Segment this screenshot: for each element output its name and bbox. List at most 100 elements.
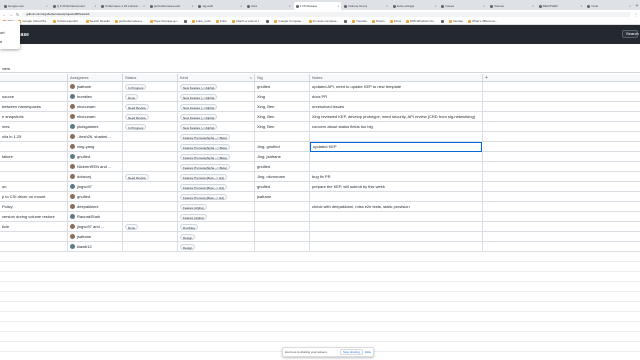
table-row[interactable]: e snapshots nkvnunam Need Review New Featur… [0,112,640,122]
table-row[interactable]: Policy deepakkinni Feature (Alpha) check wi… [0,202,640,212]
close-tab-icon[interactable]: × [143,4,145,8]
cell-assignees[interactable]: deepakkinni [68,202,123,212]
cell-notes[interactable]: check with deepakkinni, miss e2e tests, … [310,202,483,212]
cell-kind[interactable]: Feature (Alpha) [178,212,255,222]
cell-sig[interactable]: Xing [255,92,310,102]
cell-sig[interactable]: Xing, Ben [255,122,310,132]
cell-notes[interactable]: updated API, need to update KEP to new t… [310,82,483,92]
cell-title[interactable] [0,232,68,242]
forward-icon[interactable]: → [9,12,13,17]
cell-sig[interactable]: gnufied [255,182,310,192]
column-header-title[interactable] [0,74,68,82]
notes-edit-field[interactable]: updated KEP [310,142,482,152]
bookmark-item[interactable]: K8S Windows No... [406,19,436,23]
cell-status[interactable] [123,192,178,202]
bookmark-item[interactable] [440,19,444,23]
cell-assignees[interactable]: gnufied [68,192,123,202]
browser-tab[interactable]: 1.26 Release × [293,2,342,10]
cell-sig[interactable] [255,232,310,242]
cell-notes[interactable]: prepare the KEP, will submit by this wee… [310,182,483,192]
cell-notes[interactable]: Xing reviewed KEP, develop prototype, ne… [310,112,483,122]
bookmark-item[interactable]: Google Cloud Pla... [18,19,48,23]
close-tab-icon[interactable]: × [435,4,437,8]
cell-title[interactable]: Policy [0,202,68,212]
back-icon[interactable]: ← [2,12,6,17]
cell-title[interactable]: e snapshots [0,112,68,122]
bookmark-item[interactable]: Attach a volume t... [231,19,261,23]
close-tab-icon[interactable]: × [94,4,96,8]
cell-notes[interactable] [310,232,483,242]
hide-button[interactable]: Hide [365,350,371,354]
table-row[interactable]: ticle jingxu97 and ... Done Doc/blog [0,222,640,232]
cell-notes[interactable] [310,152,483,162]
table-row[interactable]: on jingxu97 Feature Promote (Beta --> GA) g… [0,182,640,192]
cell-notes[interactable] [310,222,483,232]
browser-tab[interactable]: Kubernetes 1.26 enhancements× [99,2,147,10]
cell-sig[interactable]: Jing, nkvnunam [255,172,310,182]
browser-tab[interactable]: Issues × [439,2,487,10]
cell-sig[interactable]: Jing, jsafrane [255,152,310,162]
browser-tab[interactable]: Volume Group × [342,2,390,10]
cell-title[interactable]: between namespaces [0,102,68,112]
bookmark-item[interactable]: Fix auto-complete... [308,19,339,23]
cell-status[interactable] [123,212,178,222]
close-tab-icon[interactable]: × [192,4,194,8]
cell-assignees[interactable]: dobsonj [68,172,123,182]
cell-assignees[interactable]: kiawb12 [68,242,123,252]
cell-assignees[interactable]: nkvnunam [68,112,123,122]
cell-assignees[interactable]: pluisgalarmi [68,122,123,132]
cell-title[interactable] [0,242,68,252]
cell-sig[interactable]: gnufied [255,82,310,92]
table-row[interactable]: NickrenREN and ... Feature Promote(Alpha … [0,162,640,172]
popup-item-sort[interactable]: ort [0,30,5,35]
cell-notes[interactable] [310,162,483,172]
close-tab-icon[interactable]: × [289,4,291,8]
cell-sig[interactable] [255,242,310,252]
bookmark-item[interactable] [344,19,348,23]
cell-sig[interactable]: Jing, gnufied [255,142,310,152]
cell-status[interactable]: Need Review [123,172,178,182]
table-row[interactable]: xing-yang Feature Promote(Alpha --> Beta)… [0,142,640,152]
cell-sig[interactable]: gnufied [255,162,310,172]
cell-kind[interactable]: New Feature (-->Alpha) [178,92,255,102]
table-row[interactable]: kiawb12 Design [0,242,640,252]
cell-status[interactable] [123,162,178,172]
cell-kind[interactable]: Feature Promote(Alpha --> Beta) [178,142,255,152]
cell-kind[interactable]: Feature Promote (Beta --> GA) [178,192,255,202]
table-row[interactable]: olla in 1.25 ..itesh26, shadmi... Feature … [0,132,640,142]
cell-sig[interactable] [255,212,310,222]
cell-status[interactable] [123,182,178,192]
cell-notes[interactable] [310,192,483,202]
close-tab-icon[interactable]: × [581,4,583,8]
cell-status[interactable] [123,152,178,162]
close-tab-icon[interactable]: × [483,4,485,8]
cell-assignees[interactable]: jingxu97 [68,182,123,192]
cell-notes[interactable]: bug fix PR [310,172,483,182]
cell-status[interactable] [123,242,178,252]
cell-title[interactable]: source [0,92,68,102]
close-tab-icon[interactable]: × [629,4,631,8]
cell-status[interactable] [123,202,178,212]
browser-tab[interactable]: sig-auth × [196,2,244,10]
table-row[interactable]: between namespaces nkvnunam Need Review New… [0,102,640,112]
browser-tab[interactable]: RECOVER × [537,2,585,10]
cell-status[interactable] [123,232,178,242]
table-row[interactable]: version during volume restore RaunakShah F… [0,212,640,222]
browser-tab[interactable]: Q 2.26 Enhancement × [51,2,99,10]
browser-tab[interactable]: Google.com × [2,2,50,10]
cell-title[interactable]: version during volume restore [0,212,68,222]
table-row[interactable]: mes pluisgalarmi In Progress New Feature (-… [0,122,640,132]
browser-tab[interactable]: Volume × [488,2,536,10]
cell-kind[interactable]: Feature Promote (Beta --> GA) [178,172,255,182]
browser-tab[interactable]: docs × [245,2,293,10]
cell-title[interactable] [0,172,68,182]
cell-kind[interactable]: Feature Promote(Alpha --> Beta) [178,162,255,172]
new-tab-button[interactable]: + [634,2,640,10]
column-header-kind[interactable]: Kind ⇅ [178,74,255,82]
table-row[interactable]: jsafrane Design [0,232,640,242]
cell-kind[interactable]: Feature Promote(Alpha --> Beta) [178,152,255,162]
close-tab-icon[interactable]: × [338,4,340,8]
bookmark-item[interactable]: Teams [371,19,385,23]
bookmark-item[interactable]: Google Compute... [274,19,304,23]
cell-assignees[interactable]: gnufied [68,152,123,162]
